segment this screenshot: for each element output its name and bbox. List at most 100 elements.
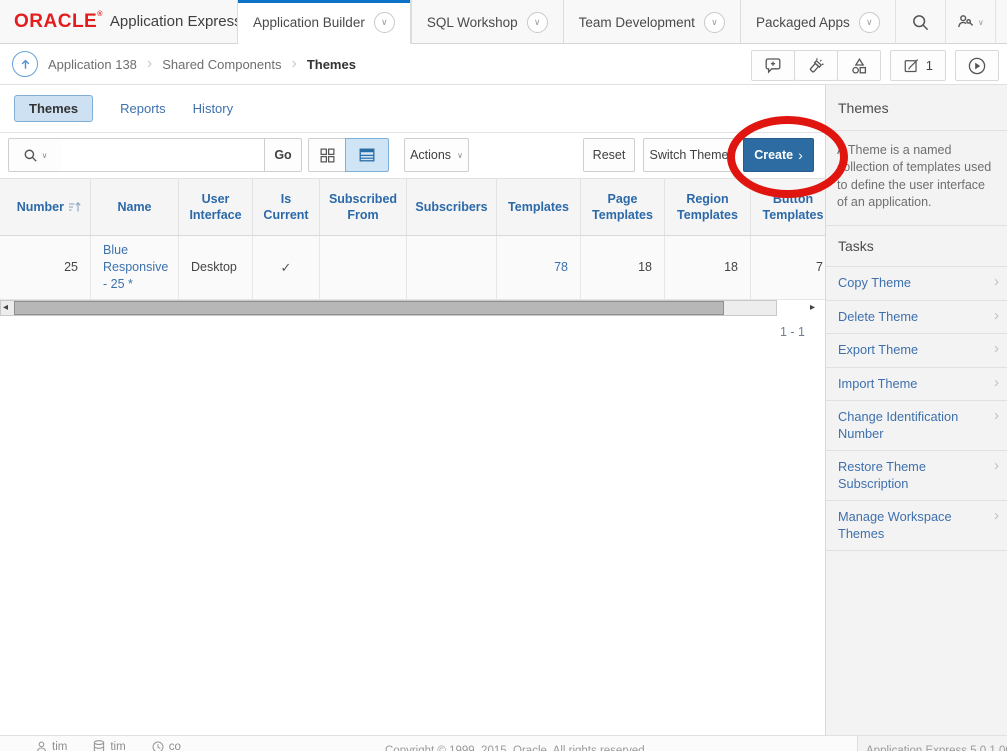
tab-themes[interactable]: Themes [14,95,93,122]
tab-history[interactable]: History [193,101,233,116]
column-header-label: Name [117,199,151,215]
edit-page-button[interactable]: 1 [890,50,946,81]
chevron-down-icon[interactable]: ∨ [704,12,725,33]
actions-menu-button[interactable]: Actions ∨ [404,138,469,172]
scroll-left-arrow-icon[interactable]: ◂ [3,302,8,314]
column-header-label: Number [17,199,64,215]
oracle-brand-text: ORACLE® [14,11,103,33]
cell-subscribers [407,236,497,299]
tab-label: Team Development [579,15,695,30]
registered-mark: ® [97,11,103,18]
column-header-button-templates[interactable]: Button Templates [751,179,825,235]
chevron-right-icon: › [994,458,999,475]
column-header-user-interface[interactable]: User Interface [179,179,253,235]
icon-view-button[interactable] [308,138,347,172]
chevron-glyph: ∨ [534,17,541,28]
column-header-is-current[interactable]: Is Current [253,179,320,235]
feedback-button[interactable] [751,50,795,81]
feedback-balloon-icon [764,57,782,75]
breadcrumb-shared-components[interactable]: Shared Components [162,57,281,72]
flashlight-icon [807,57,825,75]
chevron-glyph: ∨ [381,17,388,28]
chevron-down-icon[interactable]: ∨ [527,12,548,33]
task-delete-theme[interactable]: Delete Theme › [826,301,1007,335]
column-header-subscribers[interactable]: Subscribers [407,179,497,235]
shared-components-button[interactable] [837,50,881,81]
scroll-right-arrow-icon[interactable]: ▸ [810,302,815,314]
templates-count-link[interactable]: 78 [554,259,568,276]
utilities-button[interactable] [794,50,838,81]
main-content: Themes Reports History ∨ Go [0,85,825,735]
search-icon [23,148,38,163]
edit-page-number: 1 [926,58,933,73]
switch-theme-button[interactable]: Switch Theme [643,138,735,172]
administration-menu-button[interactable]: ∨ [945,0,995,44]
theme-name-link[interactable]: Blue Responsive - 25 * [103,242,168,293]
sidebar-description: A Theme is a named collection of templat… [826,131,1007,226]
footer-session-value: co [169,741,181,751]
task-change-identification-number[interactable]: Change Identification Number › [826,401,1007,451]
tab-team-development[interactable]: Team Development ∨ [563,0,740,44]
chevron-down-icon[interactable]: ∨ [374,12,395,33]
task-export-theme[interactable]: Export Theme › [826,334,1007,368]
column-header-label: Subscribed From [326,191,400,224]
search-column-select-button[interactable]: ∨ [8,138,62,172]
column-header-number[interactable]: Number [0,179,91,235]
run-application-button[interactable] [955,50,999,81]
report-toolbar: ∨ Go Actions ∨ Reset Switch Theme C [0,133,825,178]
go-button[interactable]: Go [264,138,302,172]
column-header-label: Templates [508,199,569,215]
task-restore-theme-subscription[interactable]: Restore Theme Subscription › [826,451,1007,501]
chevron-right-icon: › [994,508,999,525]
footer: tim tim co Copyright © 1999, 2015, Oracl… [0,735,1007,751]
column-header-label: Region Templates [671,191,744,224]
cell-region-templates: 18 [665,236,751,299]
breadcrumb-separator-icon: › [147,55,152,73]
cell-button-templates: 7 [751,236,825,299]
column-header-subscribed-from[interactable]: Subscribed From [320,179,407,235]
chevron-down-icon[interactable]: ∨ [859,12,880,33]
task-manage-workspace-themes[interactable]: Manage Workspace Themes › [826,501,1007,551]
footer-session-info: tim tim co [36,740,181,751]
create-button[interactable]: Create › [743,138,814,172]
report-view-button[interactable] [345,138,389,172]
tasks-title: Tasks [826,226,1007,267]
admin-wrench-icon [957,13,975,31]
global-search-button[interactable] [895,0,945,44]
horizontal-scrollbar[interactable]: ◂ ▸ [0,300,825,318]
breadcrumb-application[interactable]: Application 138 [48,57,137,72]
help-menu-button[interactable]: ? ∨ [995,0,1007,44]
chevron-down-icon: ∨ [42,151,48,160]
up-level-button[interactable] [12,51,38,77]
right-sidebar: Themes A Theme is a named collection of … [825,85,1007,735]
play-icon [968,57,986,75]
task-label: Import Theme [838,376,917,391]
column-header-region-templates[interactable]: Region Templates [665,179,751,235]
tab-packaged-apps[interactable]: Packaged Apps ∨ [740,0,895,44]
task-import-theme[interactable]: Import Theme › [826,368,1007,402]
tab-reports[interactable]: Reports [120,101,166,116]
apex-themes-page: ORACLE® Application Express Application … [0,0,1007,751]
create-label: Create [754,148,793,162]
reset-button[interactable]: Reset [583,138,635,172]
table-row: 25 Blue Responsive - 25 * Desktop ✓ 78 1… [0,236,825,300]
column-header-page-templates[interactable]: Page Templates [581,179,665,235]
scrollbar-thumb[interactable] [14,301,724,315]
tab-sql-workshop[interactable]: SQL Workshop ∨ [411,0,563,44]
cell-page-templates: 18 [581,236,665,299]
search-input[interactable] [61,138,265,172]
column-header-templates[interactable]: Templates [497,179,581,235]
chevron-down-icon: ∨ [457,151,463,160]
tab-application-builder[interactable]: Application Builder ∨ [237,0,411,44]
cell-is-current: ✓ [253,236,320,299]
region-tabs: Themes Reports History [0,85,825,133]
footer-user: tim [36,740,67,751]
chevron-glyph: ∨ [711,17,718,28]
cell-name: Blue Responsive - 25 * [91,236,179,299]
task-label: Export Theme [838,342,918,357]
chevron-right-icon: › [994,408,999,425]
column-header-name[interactable]: Name [91,179,179,235]
task-copy-theme[interactable]: Copy Theme › [826,267,1007,301]
chevron-right-icon: › [994,308,999,325]
search-icon [911,13,930,32]
